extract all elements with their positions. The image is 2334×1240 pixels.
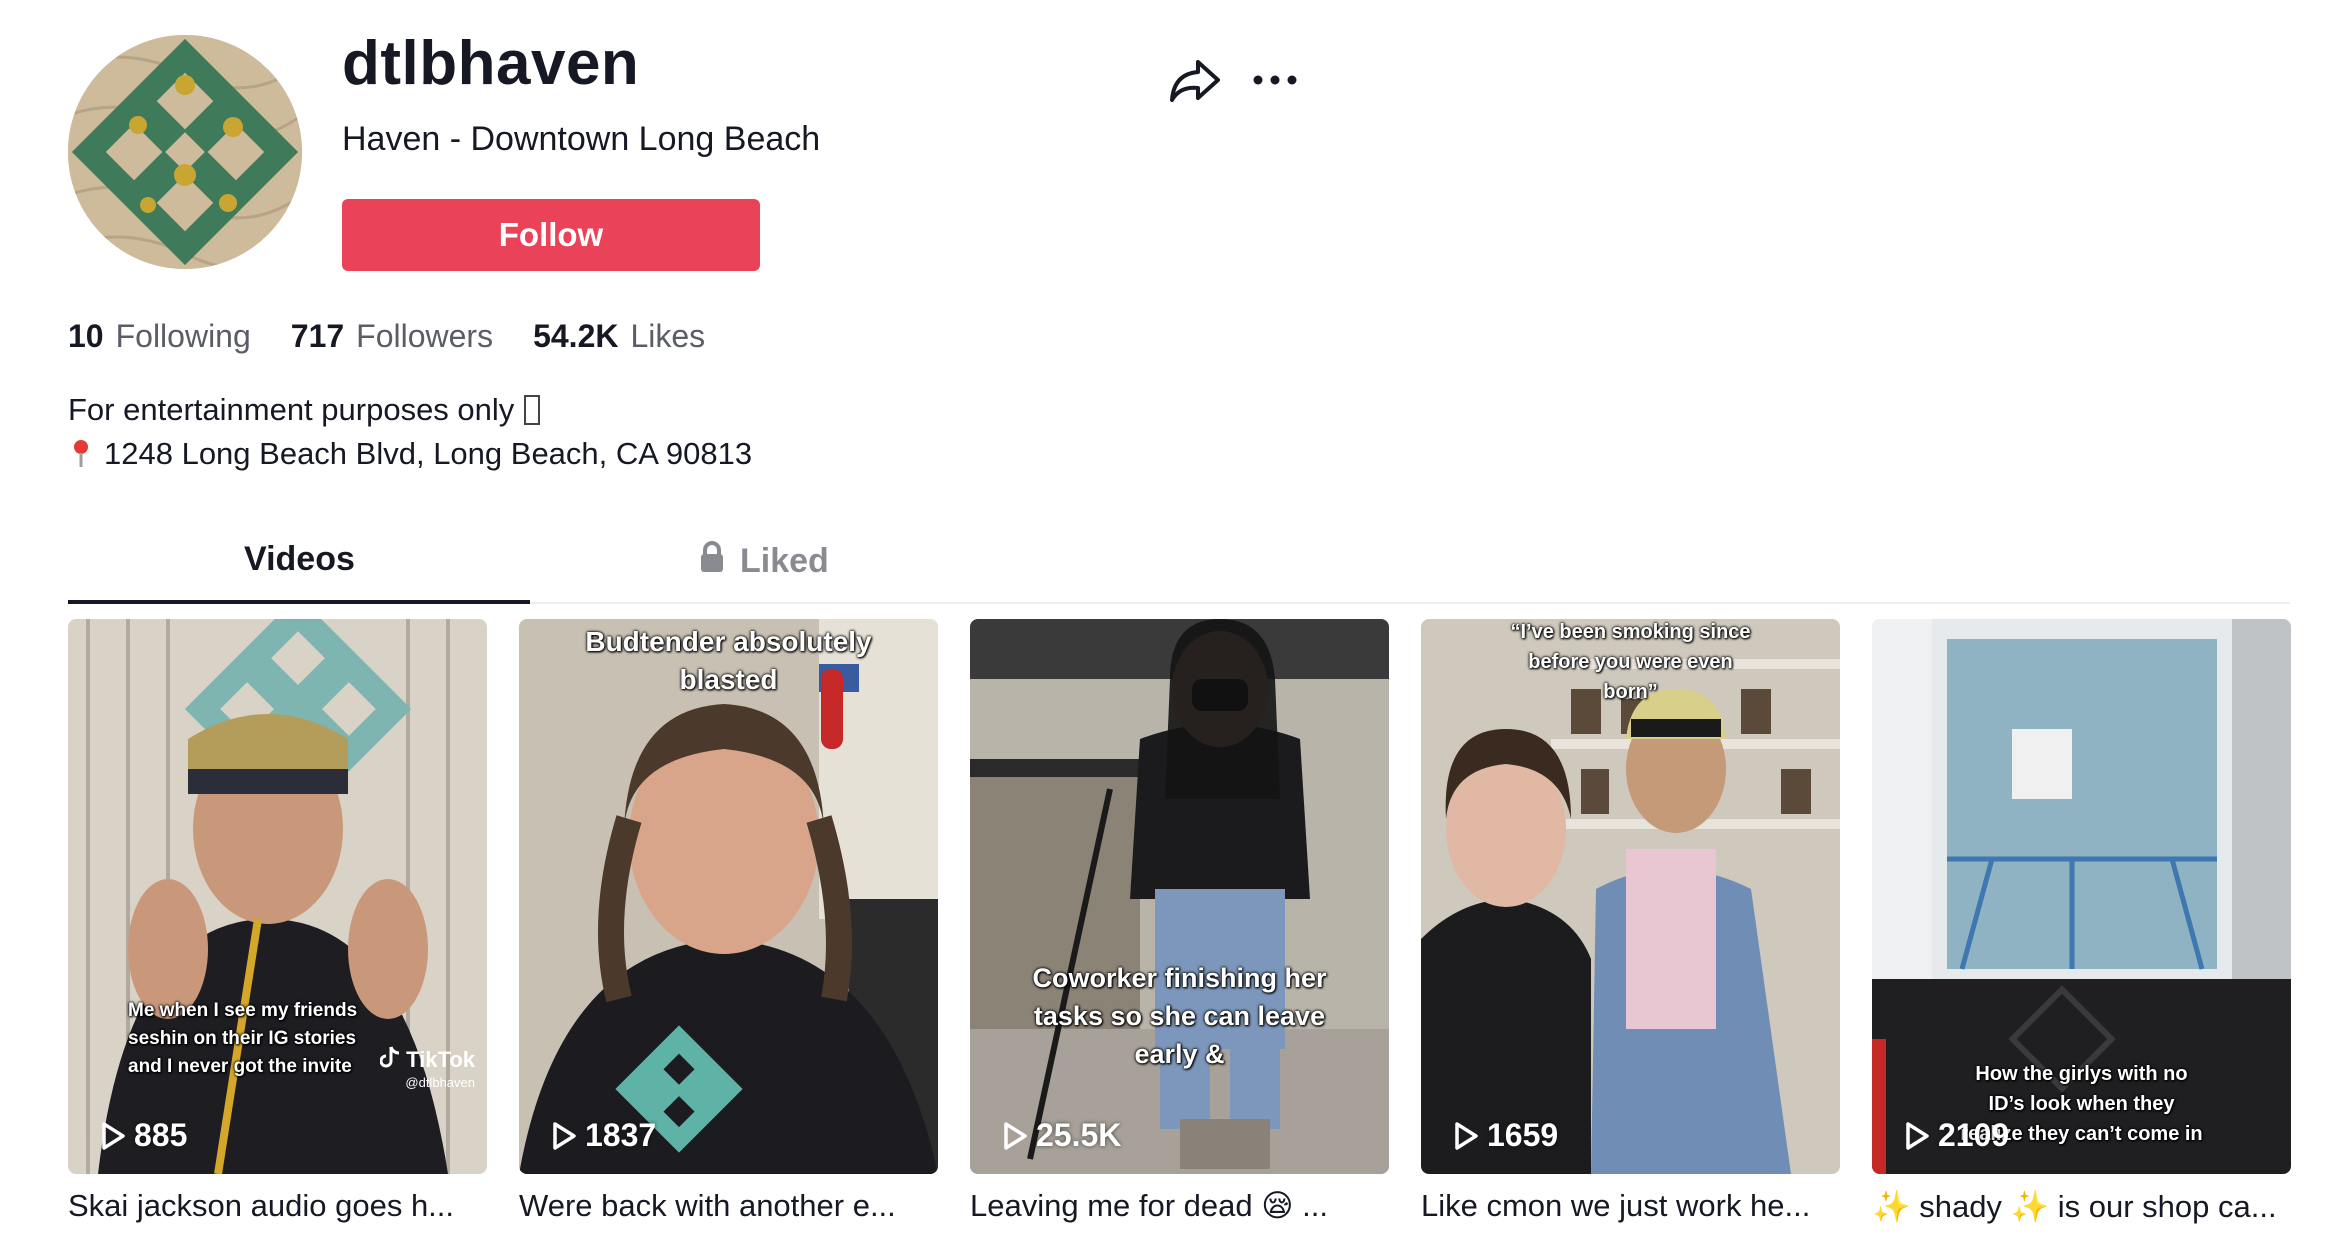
- lock-icon: [698, 540, 726, 583]
- likes-label: Likes: [630, 318, 706, 354]
- followers-count: 717: [290, 318, 345, 354]
- video-card[interactable]: Coworker finishing her tasks so she can …: [970, 619, 1389, 1224]
- play-count: 1837: [551, 1117, 656, 1154]
- bio-line-2: 1248 Long Beach Blvd, Long Beach, CA 908…: [68, 432, 752, 476]
- overlay-line: How the girlys with no: [1975, 1063, 2188, 1085]
- share-icon[interactable]: [1166, 56, 1224, 106]
- watermark-label: TikTok: [406, 1047, 475, 1072]
- video-grid: Me when I see my friends seshin on their…: [68, 619, 2291, 1224]
- profile-tabs: Videos Liked: [68, 530, 2290, 604]
- nickname: Haven - Downtown Long Beach: [342, 120, 821, 158]
- overlay-line: Budtender absolutely: [585, 626, 872, 657]
- play-icon: [553, 1121, 576, 1150]
- username: dtlbhaven: [342, 29, 640, 98]
- view-count: 25.5K: [1036, 1117, 1122, 1153]
- bio-text: For entertainment purposes only: [68, 392, 515, 427]
- haven-logo-avatar: [68, 35, 302, 269]
- video-card[interactable]: Me when I see my friends seshin on their…: [68, 619, 487, 1224]
- stat-likes: 54.2K Likes: [533, 318, 705, 355]
- video-scene: [970, 619, 1389, 1174]
- video-title[interactable]: ✨ shady ✨ is our shop ca...: [1872, 1188, 2291, 1225]
- pin-icon: [68, 437, 94, 471]
- play-icon: [1004, 1121, 1027, 1150]
- active-tab-indicator: [68, 600, 530, 604]
- video-overlay-text: Budtender absolutely blasted: [519, 623, 938, 699]
- followers-label: Followers: [356, 318, 494, 354]
- stat-following[interactable]: 10 Following: [68, 318, 251, 355]
- play-count: 2109: [1904, 1117, 2009, 1154]
- video-card[interactable]: How the girlys with no ID’s look when th…: [1872, 619, 2291, 1225]
- overlay-line: ID’s look when they: [1988, 1093, 2175, 1115]
- tiktok-logo-icon: [379, 1045, 400, 1075]
- tab-liked[interactable]: Liked: [698, 540, 829, 583]
- tab-liked-label: Liked: [740, 542, 829, 580]
- video-thumbnail[interactable]: How the girlys with no ID’s look when th…: [1872, 619, 2291, 1174]
- stat-followers[interactable]: 717 Followers: [291, 318, 493, 355]
- view-count: 1659: [1487, 1117, 1559, 1153]
- likes-count: 54.2K: [533, 318, 619, 354]
- play-icon: [102, 1121, 125, 1150]
- tab-videos-label: Videos: [244, 540, 355, 578]
- more-icon[interactable]: [1250, 60, 1300, 100]
- avatar[interactable]: [68, 35, 302, 269]
- following-label: Following: [115, 318, 251, 354]
- overlay-line: Coworker finishing her: [1032, 963, 1327, 993]
- follow-button[interactable]: Follow: [342, 199, 760, 271]
- video-title[interactable]: Leaving me for dead 😪 ...: [970, 1188, 1389, 1224]
- video-overlay-text: Coworker finishing her tasks so she can …: [970, 959, 1389, 1073]
- video-thumbnail[interactable]: Budtender absolutely blasted 1837: [519, 619, 938, 1174]
- video-title[interactable]: Skai jackson audio goes h...: [68, 1188, 487, 1224]
- video-title[interactable]: Were back with another e...: [519, 1188, 938, 1224]
- address-text: 1248 Long Beach Blvd, Long Beach, CA 908…: [104, 436, 753, 471]
- bio-line-1: For entertainment purposes only: [68, 388, 752, 432]
- video-card[interactable]: Budtender absolutely blasted 1837 Were b…: [519, 619, 938, 1224]
- overlay-line: early &: [1134, 1039, 1225, 1069]
- video-thumbnail[interactable]: “I’ve been smoking since before you were…: [1421, 619, 1840, 1174]
- watermark-handle: @dtlbhaven: [405, 1075, 475, 1090]
- missing-glyph-icon: [524, 395, 541, 425]
- video-scene: [68, 619, 487, 1174]
- view-count: 1837: [585, 1117, 657, 1153]
- video-thumbnail[interactable]: Coworker finishing her tasks so she can …: [970, 619, 1389, 1174]
- play-count: 1659: [1453, 1117, 1558, 1154]
- video-scene: [519, 619, 938, 1174]
- video-card[interactable]: “I’ve been smoking since before you were…: [1421, 619, 1840, 1224]
- view-count: 885: [134, 1117, 188, 1153]
- overlay-line: blasted: [679, 664, 778, 695]
- overlay-line: “I’ve been smoking since: [1510, 621, 1751, 643]
- tab-videos[interactable]: Videos: [244, 540, 355, 579]
- play-count: 885: [100, 1117, 187, 1154]
- following-count: 10: [68, 318, 104, 354]
- profile-stats: 10 Following 717 Followers 54.2K Likes: [68, 318, 705, 355]
- play-icon: [1455, 1121, 1478, 1150]
- play-count: 25.5K: [1002, 1117, 1121, 1154]
- video-overlay-text: “I’ve been smoking since before you were…: [1421, 619, 1840, 707]
- overlay-line: tasks so she can leave: [1033, 1001, 1326, 1031]
- view-count: 2109: [1938, 1117, 2010, 1153]
- tiktok-watermark: TikTok @dtlbhaven: [379, 1045, 475, 1090]
- overlay-line: Me when I see my friends: [128, 1000, 358, 1021]
- video-thumbnail[interactable]: Me when I see my friends seshin on their…: [68, 619, 487, 1174]
- overlay-line: before you were even: [1528, 651, 1733, 673]
- overlay-line: born”: [1603, 681, 1658, 703]
- bio: For entertainment purposes only 1248 Lon…: [68, 388, 752, 476]
- video-title[interactable]: Like cmon we just work he...: [1421, 1188, 1840, 1224]
- play-icon: [1906, 1121, 1929, 1150]
